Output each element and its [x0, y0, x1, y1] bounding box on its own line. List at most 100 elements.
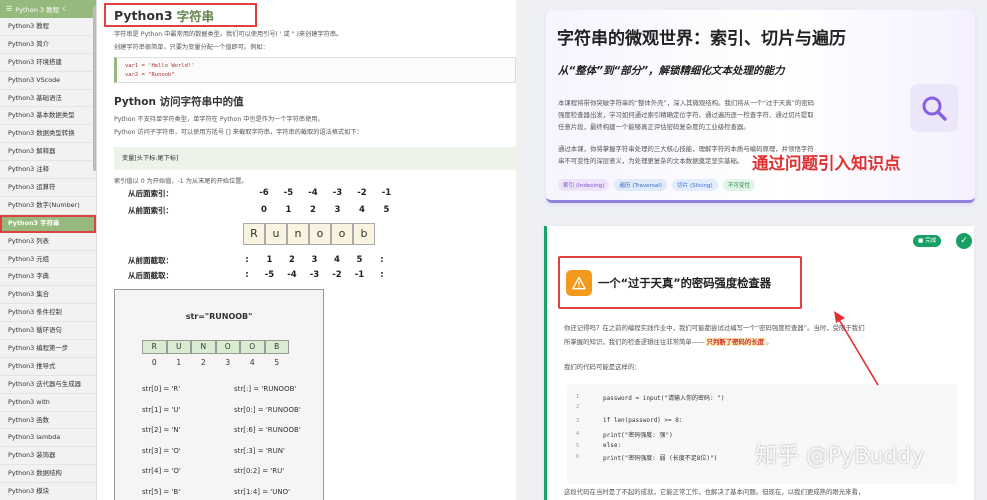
sidebar-item[interactable]: Python3 教程 [0, 18, 96, 36]
diagram-line-left: str[5] = 'B' [142, 487, 181, 496]
sidebar-item[interactable]: Python3 解释器 [0, 143, 96, 162]
text-segment: 。 [766, 338, 773, 346]
sidebar-item[interactable]: Python3 迭代器与生成器 [0, 376, 96, 394]
diagram-cell: O [215, 340, 240, 354]
intro-line: 本课程将带你突破字符串的“整体外壳”，深入其微观结构。我们将从一个“过于天真”的… [558, 99, 815, 107]
sidebar-item[interactable]: Python3 运算符 [0, 179, 96, 197]
sidebar-item[interactable]: Python3 字典 [0, 268, 96, 287]
sidebar-item[interactable]: Python3 集合 [0, 286, 96, 305]
sidebar-item[interactable]: Python3 装饰器 [0, 447, 96, 466]
sidebar-item[interactable]: Python3 编程第一步 [0, 340, 96, 358]
code-line: var2 = "Runoob" [125, 72, 175, 78]
index-number: -4 [308, 188, 318, 198]
diagram-line-right: str[:6] = 'RUNOOB' [234, 426, 301, 434]
code-block-1: var1 = 'Hello World!' var2 = "Runoob" [114, 57, 516, 83]
row-label: 从后面索引： [128, 189, 173, 198]
sidebar-item[interactable]: Python3 函数 [0, 412, 96, 430]
diagram-index: 1 [176, 358, 182, 367]
diagram-index: 5 [274, 358, 280, 367]
line-number: 1 [576, 394, 580, 400]
topic-tag[interactable]: 遍历 (Traversal) [614, 179, 667, 191]
sidebar-item[interactable]: Python3 lambda [0, 429, 96, 448]
moon-icon[interactable]: ☾ [62, 5, 68, 13]
index-number: 4 [359, 205, 365, 215]
sidebar-item[interactable]: Python3 数据类型转换 [0, 125, 96, 144]
sidebar-item[interactable]: Python3 列表 [0, 233, 96, 251]
diagram-line-left: str[4] = 'O' [142, 467, 181, 475]
sidebar-scrollbar[interactable] [93, 6, 96, 171]
section-text-line: 所掌握的知识，我们的检查逻辑往往非常简单—— 只判断了密码的长度。 [564, 336, 773, 348]
index-number: 3 [311, 255, 318, 265]
index-number: -1 [381, 188, 392, 198]
sidebar-item[interactable]: Python3 数据结构 [0, 465, 96, 484]
index-number: : [380, 255, 384, 265]
sidebar-item[interactable]: Python3 基本数据类型 [0, 107, 96, 126]
intro-line: 任意片段，最终构建一个能够真正评估密码复杂度的工业级检查器。 [558, 123, 750, 131]
letter-cell: b [353, 223, 375, 245]
intro-line: 强度检查器出发，学习如何通过索引精确定位字符、通过遍历逐一检查字符、通过切片提取 [558, 111, 814, 119]
page-title-highlight: 字符串 [176, 8, 215, 24]
section-header: 一个“过于天真”的密码强度检查器 [558, 256, 802, 309]
index-number: -2 [357, 188, 367, 198]
sidebar-item[interactable]: Python3 推导式 [0, 358, 96, 376]
sidebar-item[interactable]: Python3 with [0, 394, 96, 412]
page-title: Python3 字符串 [104, 3, 257, 27]
highlighted-text: 只判断了密码的长度 [704, 338, 767, 346]
intro-text-1: 字符串是 Python 中最常用的数据类型。我们可以使用引号( ' 或 " )来… [114, 31, 343, 38]
index-number: 5 [356, 255, 363, 265]
line-number: 3 [576, 418, 580, 424]
index-number: -1 [354, 270, 365, 280]
sidebar-item[interactable]: Python3 条件控制 [0, 304, 96, 323]
index-number: 5 [383, 205, 390, 215]
warning-icon [566, 269, 592, 296]
section-heading: Python 访问字符串中的值 [114, 96, 244, 108]
page-scrollbar[interactable] [516, 0, 524, 500]
index-number: : [245, 255, 249, 265]
section-text-line: 我们的代码可能是这样的： [564, 363, 641, 371]
topic-tag[interactable]: 不可变性 [722, 179, 756, 191]
row-label: 从后面截取： [128, 271, 173, 280]
diagram-line-right: str[:] = 'RUNOOB' [234, 385, 297, 393]
topic-tag[interactable]: 切片 (Slicing) [672, 179, 718, 191]
lesson-subtitle: 从“整体”到“部分”，解锁精细化文本处理的能力 [558, 65, 785, 77]
sidebar-item[interactable]: Python3 环境搭建 [0, 54, 96, 72]
index-number: -5 [283, 188, 294, 198]
sidebar-item[interactable]: Python3 模块 [0, 483, 96, 500]
sidebar-header[interactable]: ☰ Python 3 教程 ☾ [0, 0, 96, 18]
line-number: 2 [576, 404, 580, 410]
diagram-cell: N [191, 340, 216, 354]
index-number: 2 [289, 255, 295, 265]
done-button[interactable]: ■ 完成 [913, 235, 942, 247]
topic-tag[interactable]: 索引 (Indexing) [558, 179, 610, 191]
sidebar-item[interactable]: Python3 循环语句 [0, 322, 96, 341]
row-label: 从前面截取： [128, 256, 173, 265]
sidebar-item[interactable]: Python3 数字(Number) [0, 197, 96, 215]
code-line: else: [603, 442, 622, 449]
sidebar-item[interactable]: Python3 元组 [0, 251, 96, 269]
menu-icon: ☰ [6, 5, 13, 13]
diagram-cell: R [142, 340, 167, 354]
index-number: : [245, 270, 249, 280]
lesson-page: 字符串的微观世界：索引、切片与遍历 从“整体”到“部分”，解锁精细化文本处理的能… [524, 0, 987, 500]
letter-cell: u [265, 223, 287, 245]
sidebar-nav: ☰ Python 3 教程 ☾ Python3 教程 Python3 简介 Pyth… [0, 0, 97, 500]
sidebar-item[interactable]: Python3 基础语法 [0, 90, 96, 108]
paragraph-1: Python 不支持单字符类型，单字符在 Python 中也是作为一个字符串使用… [114, 116, 324, 123]
diagram-index-numbers: 0 1 2 3 4 5 [142, 358, 289, 367]
diagram-index: 0 [151, 358, 157, 367]
sidebar-item[interactable]: Python3 简介 [0, 36, 96, 54]
sidebar-item[interactable]: Python3 VScode [0, 72, 96, 90]
index-number: -6 [259, 188, 269, 198]
done-label: 完成 [925, 238, 937, 244]
annotation-label: 通过问题引入知识点 [752, 154, 901, 173]
diagram-line-left: str[2] = 'N' [142, 426, 181, 434]
sidebar-item[interactable]: Python3 字符串 [0, 214, 96, 233]
flag-icon: ■ [918, 238, 924, 244]
check-icon[interactable]: ✓ [956, 233, 972, 249]
index-number: 1 [266, 255, 273, 265]
diagram-line-left: str[3] = 'O' [142, 446, 181, 455]
letter-cell: R [243, 223, 265, 245]
paragraph-3: 索引值以 0 为开始值，-1 为从末尾的开始位置。 [114, 178, 248, 185]
sidebar-item[interactable]: Python3 注释 [0, 161, 96, 180]
letter-cell: n [287, 223, 309, 245]
